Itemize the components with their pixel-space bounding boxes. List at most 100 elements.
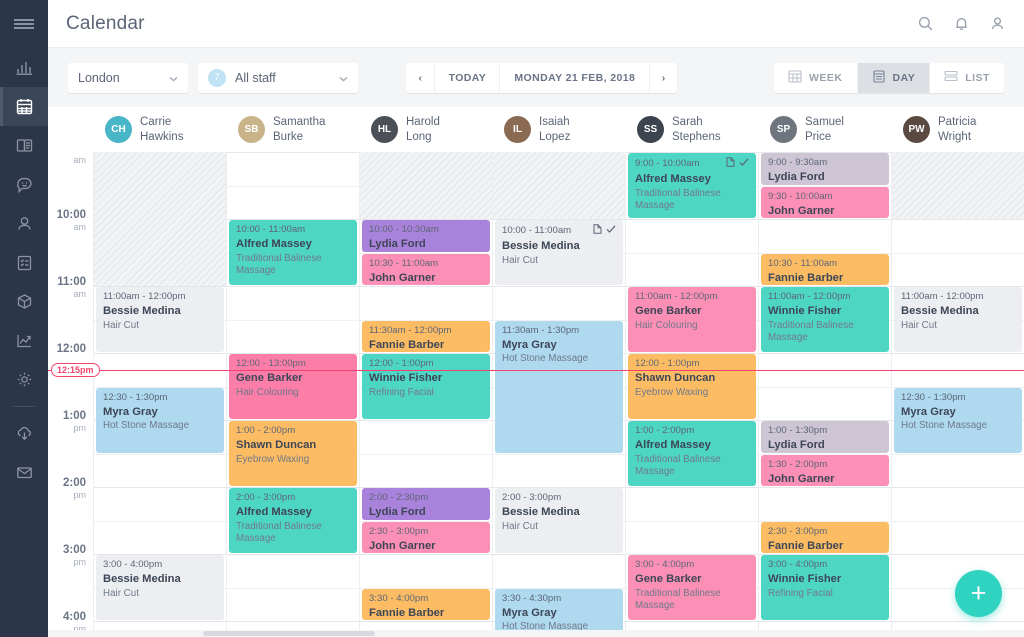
event-time: 11:00am - 12:00pm xyxy=(768,291,851,302)
appointment-event[interactable]: 10:00 - 11:00am Bessie Medina Hair Cut xyxy=(495,220,623,285)
scrollbar-thumb[interactable] xyxy=(203,631,375,636)
tab-day[interactable]: DAY xyxy=(857,62,931,93)
unavailable-block xyxy=(94,152,226,286)
staff-column-header[interactable]: CH Carrie Hawkins xyxy=(93,107,226,152)
event-time: 3:00 - 4:00pm xyxy=(635,559,695,570)
horizontal-scrollbar[interactable] xyxy=(48,630,1024,637)
event-service: Hot Stone Massage xyxy=(901,420,988,432)
appointment-event[interactable]: 12:30 - 1:30pm Myra Gray Hot Stone Massage xyxy=(894,387,1022,453)
appointment-event[interactable]: 12:00 - 1:00pm Shawn Duncan Eyebrow Waxing xyxy=(628,354,756,419)
grid-line xyxy=(227,152,359,153)
appointment-event[interactable]: 2:30 - 3:00pm Fannie Barber xyxy=(761,521,889,553)
sidebar-item-documents[interactable] xyxy=(0,126,48,165)
avatar: CH xyxy=(105,116,132,143)
appointment-event[interactable]: 10:30 - 11:00am John Garner xyxy=(362,253,490,285)
tab-list[interactable]: LIST xyxy=(930,63,1004,93)
grid-line xyxy=(360,420,492,421)
gear-icon xyxy=(17,372,31,387)
search-icon[interactable] xyxy=(917,15,934,32)
appointment-event[interactable]: 10:30 - 11:00am Fannie Barber xyxy=(761,253,889,285)
appointment-event[interactable]: 9:00 - 10:00am Alfred Massey Traditional B… xyxy=(628,153,756,218)
day-list-icon xyxy=(872,69,886,86)
appointment-event[interactable]: 1:00 - 1:30pm Lydia Ford xyxy=(761,421,889,453)
event-service: Hair Cut xyxy=(103,319,139,331)
appointment-event[interactable]: 1:00 - 2:00pm Shawn Duncan Eyebrow Waxing xyxy=(229,421,357,486)
menu-icon-bar xyxy=(14,19,34,21)
appointment-event[interactable]: 2:00 - 3:00pm Bessie Medina Hair Cut xyxy=(495,488,623,553)
staff-select[interactable]: 7 All staff xyxy=(198,62,358,93)
location-select[interactable]: London xyxy=(68,62,188,93)
sidebar-item-dashboard[interactable] xyxy=(0,48,48,87)
staff-column-header[interactable]: HL Harold Long xyxy=(359,107,492,152)
appointment-event[interactable]: 2:00 - 3:00pm Alfred Massey Traditional Ba… xyxy=(229,488,357,553)
current-date-label[interactable]: MONDAY 21 FEB, 2018 xyxy=(500,63,649,93)
appointment-event[interactable]: 3:30 - 4:00pm Fannie Barber xyxy=(362,588,490,620)
sidebar-item-downloads[interactable] xyxy=(0,414,48,453)
appointment-event[interactable]: 11:00am - 12:00pm Bessie Medina Hair Cut xyxy=(96,287,224,352)
staff-day-column[interactable]: 9:00 - 10:00am Alfred Massey Traditional B… xyxy=(625,152,758,637)
staff-column-header[interactable]: PW Patricia Wright xyxy=(891,107,1024,152)
menu-toggle-button[interactable] xyxy=(0,0,48,48)
sidebar-item-clients[interactable] xyxy=(0,204,48,243)
note-icon xyxy=(726,157,735,171)
grid-line xyxy=(626,252,758,254)
event-service: Traditional Balinese Massage xyxy=(768,319,854,344)
sidebar-item-mail[interactable] xyxy=(0,453,48,492)
previous-day-button[interactable]: ‹ xyxy=(406,63,434,93)
staff-column-header[interactable]: SS Sarah Stephens xyxy=(625,107,758,152)
appointment-event[interactable]: 10:00 - 11:00am Alfred Massey Traditional … xyxy=(229,220,357,285)
add-appointment-button[interactable]: + xyxy=(955,570,1002,617)
event-service: Hair Cut xyxy=(502,520,538,532)
appointment-event[interactable]: 12:00 - 1:00pm Winnie Fisher Refining Faci… xyxy=(362,354,490,419)
appointment-event[interactable]: 3:00 - 4:00pm Winnie Fisher Refining Facia… xyxy=(761,555,889,620)
staff-column-header[interactable]: SP Samuel Price xyxy=(758,107,891,152)
appointment-event[interactable]: 3:00 - 4:00pm Gene Barker Traditional Bali… xyxy=(628,555,756,620)
event-client-name: John Garner xyxy=(768,204,835,217)
appointment-event[interactable]: 11:00am - 12:00pm Bessie Medina Hair Cut xyxy=(894,287,1022,352)
staff-name: Carrie Hawkins xyxy=(140,116,184,143)
today-button[interactable]: TODAY xyxy=(434,62,501,93)
appointment-event[interactable]: 3:00 - 4:00pm Bessie Medina Hair Cut xyxy=(96,555,224,620)
staff-name: Samuel Price xyxy=(805,116,844,143)
calendar-scroll-area[interactable]: 9:00am10:00am11:00am12:001:00pm2:00pm3:0… xyxy=(48,152,1024,637)
sidebar-item-products[interactable] xyxy=(0,282,48,321)
staff-day-column[interactable]: 10:00 - 11:00am Bessie Medina Hair Cut 11:3… xyxy=(492,152,625,637)
staff-day-column[interactable]: 10:00 - 10:30am Lydia Ford 10:30 - 11:00am… xyxy=(359,152,492,637)
appointment-event[interactable]: 11:00am - 12:00pm Gene Barker Hair Colouri… xyxy=(628,287,756,352)
user-account-icon[interactable] xyxy=(989,15,1006,32)
sidebar-item-tasks[interactable] xyxy=(0,243,48,282)
appointment-event[interactable]: 1:30 - 2:00pm John Garner xyxy=(761,454,889,486)
appointment-event[interactable]: 9:30 - 10:00am John Garner xyxy=(761,186,889,218)
tab-week[interactable]: WEEK xyxy=(774,62,858,93)
staff-day-column[interactable]: 10:00 - 11:00am Alfred Massey Traditional … xyxy=(226,152,359,637)
sidebar-item-settings[interactable] xyxy=(0,360,48,399)
appointment-event[interactable]: 10:00 - 10:30am Lydia Ford xyxy=(362,220,490,252)
staff-column-header[interactable]: SB Samantha Burke xyxy=(226,107,359,152)
appointment-event[interactable]: 11:30am - 1:30pm Myra Gray Hot Stone Massa… xyxy=(495,320,623,453)
event-client-name: Bessie Medina xyxy=(502,506,580,519)
event-service: Traditional Balinese Massage xyxy=(635,187,721,212)
sidebar-item-messages[interactable] xyxy=(0,165,48,204)
event-client-name: Alfred Massey xyxy=(635,439,711,452)
staff-column-header[interactable]: IL Isaiah Lopez xyxy=(492,107,625,152)
staff-day-column[interactable]: 11:00am - 12:00pm Bessie Medina Hair Cut 12… xyxy=(93,152,226,637)
staff-day-column[interactable]: 11:00am - 12:00pm Bessie Medina Hair Cut 12… xyxy=(891,152,1024,637)
chevron-down-icon xyxy=(169,71,178,85)
next-day-button[interactable]: › xyxy=(649,62,677,93)
appointment-event[interactable]: 11:30am - 12:00pm Fannie Barber xyxy=(362,320,490,352)
appointment-event[interactable]: 2:30 - 3:00pm John Garner xyxy=(362,521,490,553)
appointment-event[interactable]: 11:00am - 12:00pm Winnie Fisher Traditiona… xyxy=(761,287,889,352)
appointment-event[interactable]: 9:00 - 9:30am Lydia Ford xyxy=(761,153,889,185)
bell-icon[interactable] xyxy=(953,15,970,32)
sidebar-item-reports[interactable] xyxy=(0,321,48,360)
grid-line xyxy=(94,353,226,354)
appointment-event[interactable]: 1:00 - 2:00pm Alfred Massey Traditional Ba… xyxy=(628,421,756,486)
grid-line xyxy=(892,554,1024,555)
sidebar-item-calendar[interactable] xyxy=(0,87,48,126)
bar-chart-icon xyxy=(16,62,32,75)
appointment-event[interactable]: 12:30 - 1:30pm Myra Gray Hot Stone Massage xyxy=(96,387,224,453)
staff-day-column[interactable]: 9:00 - 9:30am Lydia Ford 9:30 - 10:00am Joh… xyxy=(758,152,891,637)
appointment-event[interactable]: 2:00 - 2:30pm Lydia Ford xyxy=(362,488,490,520)
appointment-event[interactable]: 12:00 - 13:00pm Gene Barker Hair Colouring xyxy=(229,354,357,419)
staff-name: Isaiah Lopez xyxy=(539,116,571,143)
